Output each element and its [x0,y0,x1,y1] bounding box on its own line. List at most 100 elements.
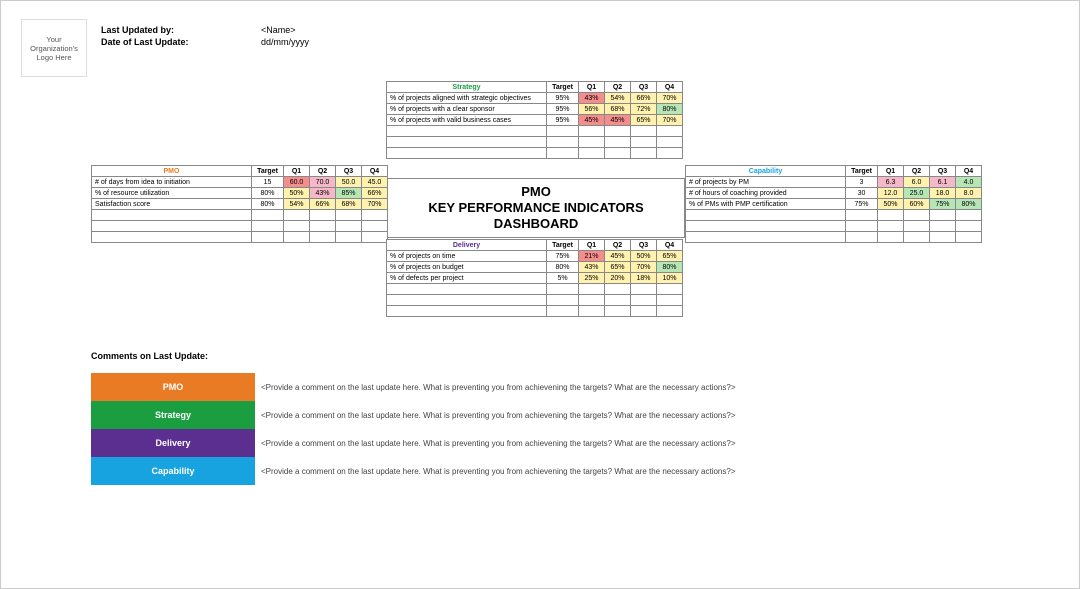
metric-name: # of projects by PM [686,177,846,188]
comment-text-pmo[interactable]: <Provide a comment on the last update he… [255,373,971,401]
q1-value: 60.0 [284,177,310,188]
table-row: % of projects on time75%21%45%50%65% [387,251,683,262]
q1-value: 50% [284,188,310,199]
q3-value: 18% [631,273,657,284]
q4-value: 80% [956,199,982,210]
target-value: 95% [547,115,579,126]
q1-value: 6.3 [878,177,904,188]
q3-value: 50% [631,251,657,262]
q1-value: 25% [579,273,605,284]
q2-value: 45% [605,251,631,262]
q2-value: 68% [605,104,631,115]
q4-value: 65% [657,251,683,262]
q1-value: 45% [579,115,605,126]
table-row: # of hours of coaching provided3012.025.… [686,188,982,199]
target-value: 5% [547,273,579,284]
pmo-table: PMO Target Q1 Q2 Q3 Q4 # of days from id… [91,165,388,243]
q3-value: 66% [631,93,657,104]
comments-title: Comments on Last Update: [91,351,971,361]
comment-label-capability: Capability [91,457,255,485]
q3-value: 65% [631,115,657,126]
target-value: 95% [547,104,579,115]
q2-value: 65% [605,262,631,273]
q4-value: 70% [362,199,388,210]
q1-value: 43% [579,93,605,104]
pmo-title: PMO [92,166,252,177]
q3-value: 70% [631,262,657,273]
q1-value: 54% [284,199,310,210]
table-row: % of projects with valid business cases9… [387,115,683,126]
q1-value: 21% [579,251,605,262]
comment-label-strategy: Strategy [91,401,255,429]
comment-row-capability: Capability <Provide a comment on the las… [91,457,971,485]
q2-value: 20% [605,273,631,284]
comment-label-pmo: PMO [91,373,255,401]
table-row-empty [387,284,683,295]
table-row: % of projects on budget80%43%65%70%80% [387,262,683,273]
table-row-empty [92,210,388,221]
q4-value: 80% [657,262,683,273]
update-date-label: Date of Last Update: [101,37,261,47]
q3-value: 6.1 [930,177,956,188]
target-value: 75% [846,199,878,210]
q1-value: 50% [878,199,904,210]
logo-placeholder: Your Organization's Logo Here [21,19,87,77]
q2-value: 70.0 [310,177,336,188]
metric-name: # of days from idea to initiation [92,177,252,188]
table-row-empty [686,221,982,232]
q4-value: 45.0 [362,177,388,188]
comment-label-delivery: Delivery [91,429,255,457]
q2-value: 6.0 [904,177,930,188]
q3-value: 85% [336,188,362,199]
target-value: 95% [547,93,579,104]
target-value: 80% [547,262,579,273]
table-row-empty [387,137,683,148]
comment-row-strategy: Strategy <Provide a comment on the last … [91,401,971,429]
q1-value: 56% [579,104,605,115]
table-row-empty [686,210,982,221]
q3-value: 18.0 [930,188,956,199]
q4-value: 70% [657,93,683,104]
strategy-table: Strategy Target Q1 Q2 Q3 Q4 % of project… [386,81,683,159]
comment-text-capability[interactable]: <Provide a comment on the last update he… [255,457,971,485]
updated-by-label: Last Updated by: [101,25,261,35]
q3-value: 50.0 [336,177,362,188]
q3-value: 72% [631,104,657,115]
table-row-empty [92,221,388,232]
table-row-empty [387,148,683,159]
capability-title: Capability [686,166,846,177]
comment-row-delivery: Delivery <Provide a comment on the last … [91,429,971,457]
q4-value: 10% [657,273,683,284]
q1-value: 12.0 [878,188,904,199]
comment-text-strategy[interactable]: <Provide a comment on the last update he… [255,401,971,429]
q2-value: 43% [310,188,336,199]
q2-value: 54% [605,93,631,104]
table-row: % of resource utilization80%50%43%85%66% [92,188,388,199]
metric-name: % of PMs with PMP certification [686,199,846,210]
title-line-3: DASHBOARD [388,216,684,232]
table-row: Satisfaction score80%54%66%68%70% [92,199,388,210]
target-value: 80% [252,188,284,199]
comment-text-delivery[interactable]: <Provide a comment on the last update he… [255,429,971,457]
header: Your Organization's Logo Here Last Updat… [21,19,309,77]
title-line-1: PMO [388,184,684,200]
updated-by-value: <Name> [261,25,296,35]
metric-name: % of projects with valid business cases [387,115,547,126]
table-row: % of projects aligned with strategic obj… [387,93,683,104]
q3-value: 68% [336,199,362,210]
q4-value: 80% [657,104,683,115]
title-line-2: KEY PERFORMANCE INDICATORS [388,200,684,216]
q4-value: 8.0 [956,188,982,199]
metric-name: % of projects aligned with strategic obj… [387,93,547,104]
table-row-empty [686,232,982,243]
comments-section: Comments on Last Update: PMO <Provide a … [91,351,971,485]
metric-name: % of projects on time [387,251,547,262]
target-value: 15 [252,177,284,188]
table-row: % of projects with a clear sponsor95%56%… [387,104,683,115]
comment-row-pmo: PMO <Provide a comment on the last updat… [91,373,971,401]
metric-name: # of hours of coaching provided [686,188,846,199]
q3-value: 75% [930,199,956,210]
table-row-empty [92,232,388,243]
q4-value: 4.0 [956,177,982,188]
target-value: 75% [547,251,579,262]
